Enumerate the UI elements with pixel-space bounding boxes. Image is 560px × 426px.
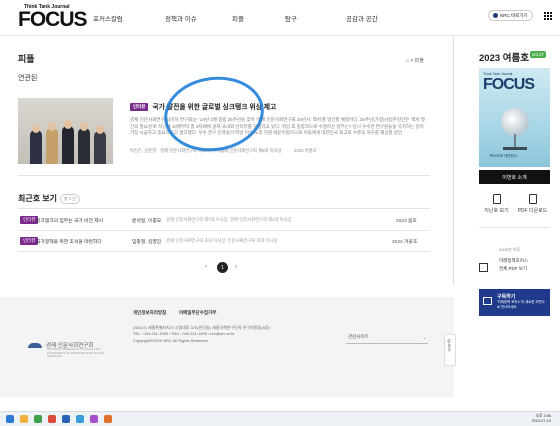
related-sites-label: 관련사이트 (348, 334, 369, 339)
app-icon[interactable] (76, 415, 84, 423)
email-refusal-link[interactable]: 이메일무단수집거부 (179, 310, 216, 316)
row-people: 윤석일, 이종오 (132, 219, 162, 224)
issue-cover-image[interactable]: Think Tank Journal FOCUS '목소리에' 대변한다 (479, 68, 550, 167)
nav-empathy-space[interactable]: 공감과 공간 (346, 13, 378, 23)
book-icon (492, 194, 501, 204)
person-figure (62, 126, 74, 164)
taskbar-clock[interactable]: 오후 3:56 2023-07-19 (509, 414, 551, 424)
volume-badge: vol.37 (530, 51, 547, 58)
page-title: 피플 (18, 54, 35, 64)
windows-start-icon[interactable] (6, 415, 14, 423)
nrc-shortcut-label: NRC 바로가기 (500, 12, 528, 18)
archive-note: 2009년 이후 (499, 247, 521, 252)
row-title[interactable]: 국가정책을 위한 조석을 마련하다 (36, 238, 102, 245)
divider (479, 227, 550, 228)
copyright-text: Copyright©2020 NRC All Rights Reserved (133, 337, 208, 343)
person-head (32, 124, 40, 133)
interview-badge: 인터뷰 (130, 103, 149, 112)
person-head (80, 122, 88, 131)
sidebar-divider (453, 37, 454, 285)
cover-base-illustration (503, 147, 527, 150)
next-page-button[interactable]: › (235, 264, 237, 270)
section-subtitle: 연관된 (18, 75, 38, 82)
footer-address: (30147) 세종특별자치시 시청대로 370(반곡동) 세종국책연구단지 연… (133, 325, 270, 344)
prev-page-button[interactable]: ‹ (205, 264, 207, 270)
nrc-shortcut-button[interactable]: NRC 바로가기 (488, 10, 533, 21)
site-header: Think Tank Journal FOCUS 포커스칼럼 정책과 이슈 피플… (0, 0, 560, 36)
cover-stand-illustration (514, 134, 516, 148)
clock-date: 2023-07-19 (531, 419, 551, 423)
archive-line-1: 미래정책포커스 (499, 258, 528, 263)
person-head (96, 125, 104, 134)
row-people: 임충철, 김영진 (132, 240, 162, 245)
app-icon[interactable] (48, 415, 56, 423)
cover-globe-illustration (501, 108, 529, 136)
recent-count-badge: 총 2 건 (60, 194, 80, 204)
table-row[interactable]: 인터뷰 싱크탱크의 임무는 국가 비전 제시 윤석일, 이종오 경제·인문사회연… (18, 209, 430, 231)
row-description: 경제·인문사회연구회 제7대 이사장, 경제·인문사회연구회 제2대 이사장 (166, 217, 292, 222)
row-issue-date: 2022 겨울호 (392, 240, 418, 245)
menu-grid-icon[interactable] (544, 12, 552, 20)
chevron-down-icon: ⌄ (422, 335, 426, 340)
file-explorer-icon[interactable] (20, 415, 28, 423)
pdf-download-label: PDF 다운로드 (517, 208, 548, 214)
footer-org-english: NATIONAL RESEARCH COUNCIL FOR ECONOMICS,… (47, 347, 105, 358)
privacy-policy-link[interactable]: 개인정보처리방침 (133, 310, 166, 316)
app-icon[interactable] (62, 415, 70, 423)
past-issues-label: 지난호 보기 (484, 208, 509, 214)
archive-link[interactable]: 2009년 이후 미래정책포커스 전체 PDF 보기 (479, 245, 550, 285)
featured-authors: 박진곤, 김준영 (130, 148, 157, 153)
subscribe-description: '미래정책 포커스'의 새로운 지면으로 만나보세요 (497, 300, 545, 309)
nav-policy-issue[interactable]: 정책과 이슈 (165, 13, 197, 23)
person-head (48, 122, 56, 131)
archive-line-2: 전체 PDF 보기 (499, 266, 528, 271)
issue-links: 지난호 보기 PDF 다운로드 (479, 194, 550, 222)
chrome-icon[interactable] (34, 415, 42, 423)
focus-logo[interactable]: Think Tank Journal FOCUS (18, 4, 87, 31)
featured-photo[interactable] (18, 98, 113, 164)
person-figure (30, 130, 42, 164)
annotation-circle (159, 70, 269, 158)
featured-author-role-2: 경제·인문사회연구회 제8대 이사장 (220, 148, 282, 153)
current-page-button[interactable]: 1 (217, 262, 228, 273)
download-icon (528, 194, 537, 204)
person-figure (78, 128, 90, 164)
cover-caption: '목소리에' 대변한다 (489, 154, 518, 158)
app-icon[interactable] (90, 415, 98, 423)
view-issue-button[interactable]: 이번호 소개 (479, 170, 550, 184)
app-icon[interactable] (104, 415, 112, 423)
quick-menu-tab[interactable]: QUICK (444, 334, 456, 366)
nrc-emblem-icon (28, 343, 42, 349)
person-figure (94, 131, 106, 164)
breadcrumb[interactable]: ⌂ > 피플 (406, 57, 424, 64)
past-issues-link[interactable]: 지난호 보기 (479, 194, 514, 214)
row-title[interactable]: 싱크탱크의 임무는 국가 비전 제시 (36, 217, 103, 224)
featured-issue: 2023 여름호 (294, 148, 317, 153)
divider (18, 175, 430, 176)
nav-research[interactable]: 탐구 (285, 13, 297, 23)
table-row[interactable]: 인터뷰 국가정책을 위한 조석을 마련하다 임충철, 김영진 경제·인문사회연구… (18, 230, 430, 252)
pdf-download-link[interactable]: PDF 다운로드 (515, 194, 550, 214)
related-sites-select[interactable]: 관련사이트 ⌄ (346, 334, 428, 344)
current-issue-title: 2023 여름호 (479, 53, 529, 64)
nav-focus-column[interactable]: 포커스칼럼 (93, 13, 123, 23)
person-figure (46, 128, 58, 164)
quick-label: QUICK (447, 339, 452, 352)
person-head (64, 120, 72, 129)
os-taskbar: 오후 3:56 2023-07-19 (0, 411, 560, 426)
mail-icon (483, 297, 492, 305)
nrc-logo-icon (493, 13, 498, 18)
row-issue-date: 2023 봄호 (396, 219, 417, 224)
cover-logo: FOCUS (483, 76, 535, 93)
recent-issues-title: 최근호 보기 (18, 194, 58, 203)
row-description: 경제·인문사회연구회 초대 이사장, 인문사회연구회 초대 이사장 (166, 238, 278, 243)
nav-people[interactable]: 피플 (232, 13, 244, 23)
calendar-icon (479, 263, 488, 272)
subscribe-banner[interactable]: 구독하기 '미래정책 포커스'의 새로운 지면으로 만나보세요 (479, 289, 550, 316)
site-footer: 경제·인문사회연구회 NATIONAL RESEARCH COUNCIL FOR… (0, 297, 454, 397)
subscribe-title: 구독하기 (497, 294, 516, 300)
logo-wordmark: FOCUS (18, 8, 87, 31)
